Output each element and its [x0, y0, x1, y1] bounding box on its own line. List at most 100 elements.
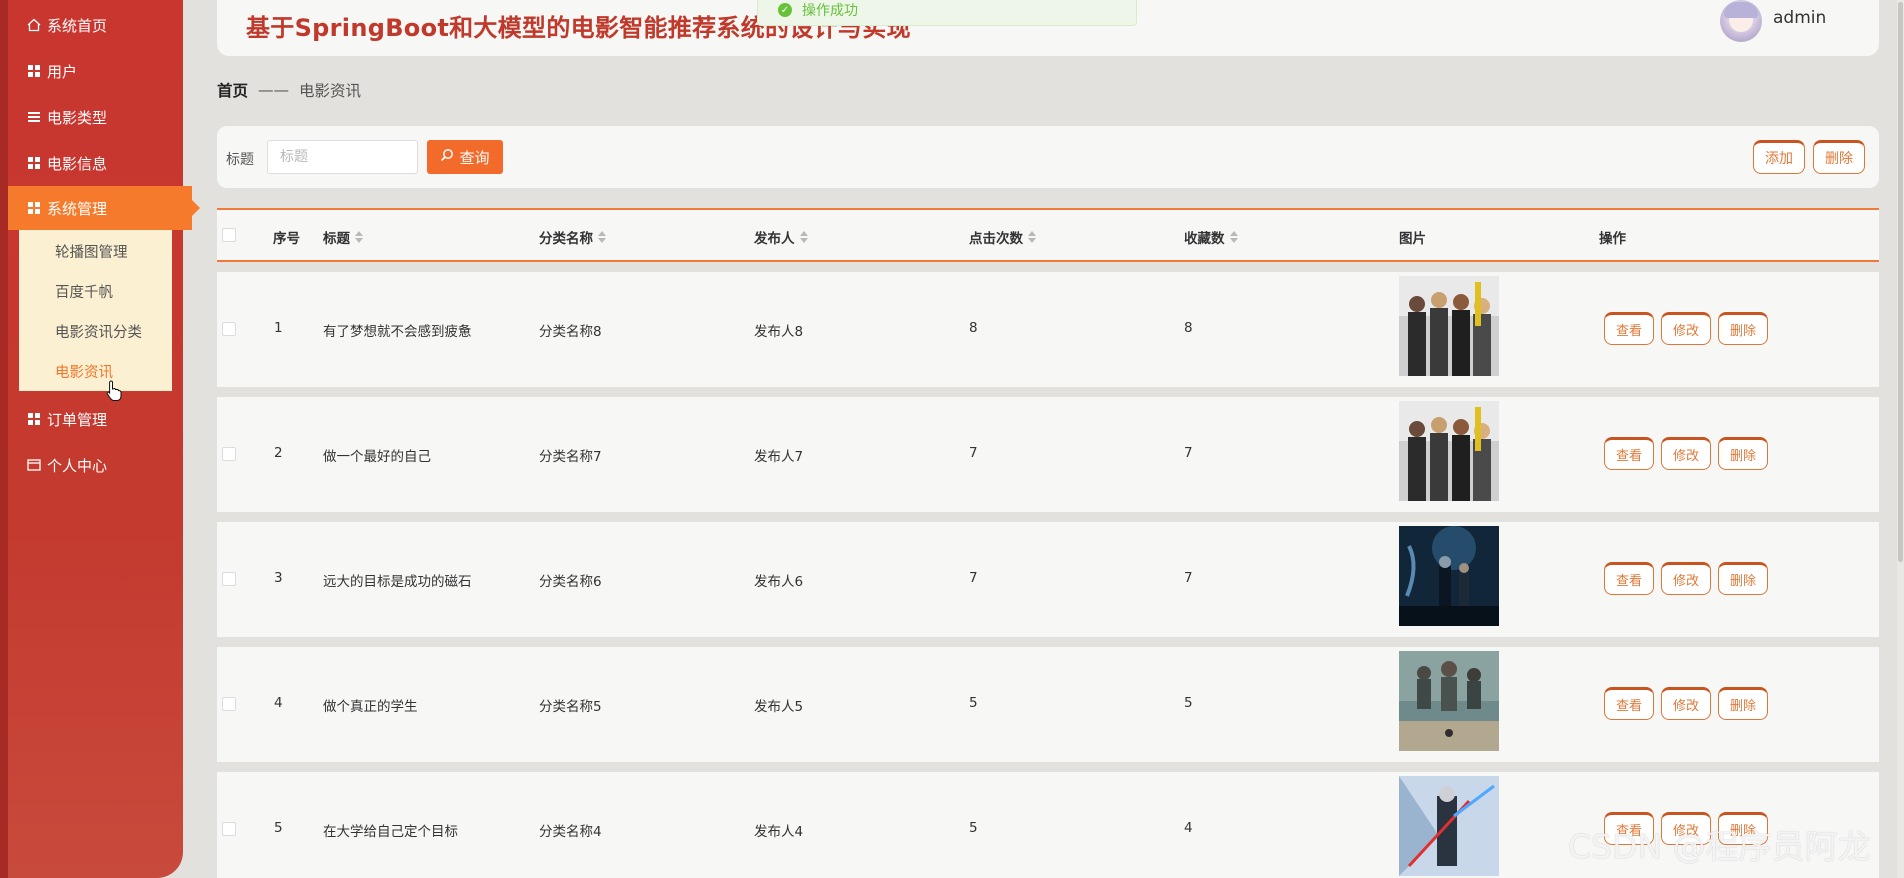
column-header-index: 序号	[273, 227, 300, 247]
row-checkbox[interactable]	[222, 822, 236, 836]
edit-button[interactable]: 修改	[1661, 687, 1711, 720]
submenu-item-carousel[interactable]: 轮播图管理	[55, 241, 128, 262]
breadcrumb: 首页 —— 电影资讯	[217, 79, 361, 101]
sort-icon[interactable]	[799, 231, 808, 243]
movie-poster-image[interactable]	[1399, 276, 1499, 376]
hand-cursor-icon	[106, 380, 122, 402]
sidebar-item-label: 个人中心	[47, 456, 108, 475]
sidebar-item-profile[interactable]: 个人中心	[27, 453, 107, 477]
batch-delete-button[interactable]: 删除	[1813, 140, 1865, 174]
movie-poster-image[interactable]	[1399, 526, 1499, 626]
cell-favorites: 7	[1184, 570, 1193, 586]
search-icon	[440, 148, 454, 166]
sort-icon[interactable]	[1229, 231, 1238, 243]
sidebar-item-label: 系统首页	[47, 16, 108, 35]
query-button[interactable]: 查询	[427, 140, 503, 174]
cell-favorites: 7	[1184, 445, 1193, 461]
cell-clicks: 5	[969, 820, 978, 836]
row-checkbox[interactable]	[222, 697, 236, 711]
column-header-label: 标题	[323, 231, 350, 247]
view-button[interactable]: 查看	[1604, 687, 1654, 720]
sidebar: 系统首页 用户 电影类型 电影信息 系统管理 轮播图管理 百度千帆 电影资讯分类…	[0, 0, 200, 878]
table-row: 2 做一个最好的自己 分类名称7 发布人7 7 7 查看 修改 删除	[217, 397, 1879, 512]
cell-index: 1	[274, 320, 283, 336]
edit-button[interactable]: 修改	[1661, 437, 1711, 470]
cell-title: 有了梦想就不会感到疲惫	[323, 324, 472, 340]
column-header-favorites[interactable]: 收藏数	[1184, 227, 1238, 247]
page-scrollbar[interactable]	[1897, 0, 1904, 878]
row-checkbox[interactable]	[222, 572, 236, 586]
scrollbar-thumb[interactable]	[1898, 2, 1903, 562]
breadcrumb-home[interactable]: 首页	[217, 79, 248, 101]
sort-icon[interactable]	[1028, 231, 1036, 243]
list-icon	[27, 110, 41, 124]
sidebar-item-label: 订单管理	[47, 410, 108, 429]
movie-poster-image[interactable]	[1399, 401, 1499, 501]
sidebar-item-label: 系统管理	[47, 199, 108, 218]
avatar[interactable]	[1720, 0, 1762, 42]
table-row: 3 远大的目标是成功的磁石 分类名称6 发布人6 7 7 查看 修改 删除	[217, 522, 1879, 637]
edit-button[interactable]: 修改	[1661, 562, 1711, 595]
view-button[interactable]: 查看	[1604, 562, 1654, 595]
add-button[interactable]: 添加	[1753, 140, 1805, 174]
delete-button[interactable]: 删除	[1718, 312, 1768, 345]
cell-publisher: 发布人4	[754, 824, 804, 840]
cell-favorites: 4	[1184, 820, 1193, 836]
row-checkbox[interactable]	[222, 447, 236, 461]
cell-category: 分类名称5	[539, 699, 602, 715]
sidebar-item-label: 用户	[47, 62, 78, 81]
column-header-label: 序号	[273, 231, 300, 247]
view-button[interactable]: 查看	[1604, 437, 1654, 470]
sidebar-item-home[interactable]: 系统首页	[27, 13, 107, 37]
cell-publisher: 发布人6	[754, 574, 804, 590]
search-title-input[interactable]	[267, 140, 418, 174]
movie-poster-image[interactable]	[1399, 776, 1499, 876]
column-header-title[interactable]: 标题	[323, 227, 363, 247]
sidebar-item-label: 电影信息	[47, 154, 108, 173]
table-row: 4 做个真正的学生 分类名称5 发布人5 5 5 查看 修改 删除	[217, 647, 1879, 762]
sidebar-item-system-management[interactable]: 系统管理	[8, 186, 200, 230]
cell-index: 2	[274, 445, 283, 461]
column-header-publisher[interactable]: 发布人	[754, 227, 808, 247]
search-title-label: 标题	[226, 152, 254, 168]
sidebar-item-movie-info[interactable]: 电影信息	[27, 151, 107, 175]
cell-publisher: 发布人7	[754, 449, 804, 465]
sidebar-item-orders[interactable]: 订单管理	[27, 407, 107, 431]
delete-button[interactable]: 删除	[1718, 437, 1768, 470]
cell-clicks: 7	[969, 445, 978, 461]
card-icon	[27, 458, 41, 472]
submenu-system-management: 轮播图管理 百度千帆 电影资讯分类 电影资讯	[19, 230, 172, 391]
movie-poster-image[interactable]	[1399, 651, 1499, 751]
submenu-item-movie-news[interactable]: 电影资讯	[55, 361, 113, 382]
success-toast: ✓ 操作成功	[757, 0, 1137, 26]
delete-button[interactable]: 删除	[1718, 687, 1768, 720]
column-header-clicks[interactable]: 点击次数	[969, 227, 1036, 247]
cell-publisher: 发布人5	[754, 699, 804, 715]
cell-clicks: 8	[969, 320, 978, 336]
submenu-item-baidu-qianfan[interactable]: 百度千帆	[55, 281, 113, 302]
cell-index: 3	[274, 570, 283, 586]
delete-button[interactable]: 删除	[1718, 562, 1768, 595]
check-circle-icon: ✓	[778, 3, 792, 17]
sort-icon[interactable]	[355, 231, 363, 243]
cell-title: 在大学给自己定个目标	[323, 824, 458, 840]
sidebar-item-movie-types[interactable]: 电影类型	[27, 105, 107, 129]
view-button[interactable]: 查看	[1604, 312, 1654, 345]
sidebar-item-users[interactable]: 用户	[27, 59, 77, 83]
select-all-checkbox[interactable]	[222, 228, 236, 242]
column-header-image: 图片	[1399, 227, 1426, 247]
submenu-item-news-category[interactable]: 电影资讯分类	[55, 321, 142, 342]
cell-favorites: 5	[1184, 695, 1193, 711]
cell-category: 分类名称6	[539, 574, 602, 590]
cell-favorites: 8	[1184, 320, 1193, 336]
sort-icon[interactable]	[598, 231, 606, 243]
column-header-label: 图片	[1399, 231, 1426, 247]
table-header: 序号 标题 分类名称 发布人 点击次数 收藏数 图片 操作	[217, 208, 1879, 262]
column-header-actions: 操作	[1599, 227, 1626, 247]
watermark: CSDN @程序员阿龙	[1568, 827, 1871, 866]
edit-button[interactable]: 修改	[1661, 312, 1711, 345]
column-header-label: 收藏数	[1184, 231, 1225, 247]
column-header-category[interactable]: 分类名称	[539, 227, 606, 247]
row-checkbox[interactable]	[222, 322, 236, 336]
username[interactable]: admin	[1773, 8, 1826, 28]
